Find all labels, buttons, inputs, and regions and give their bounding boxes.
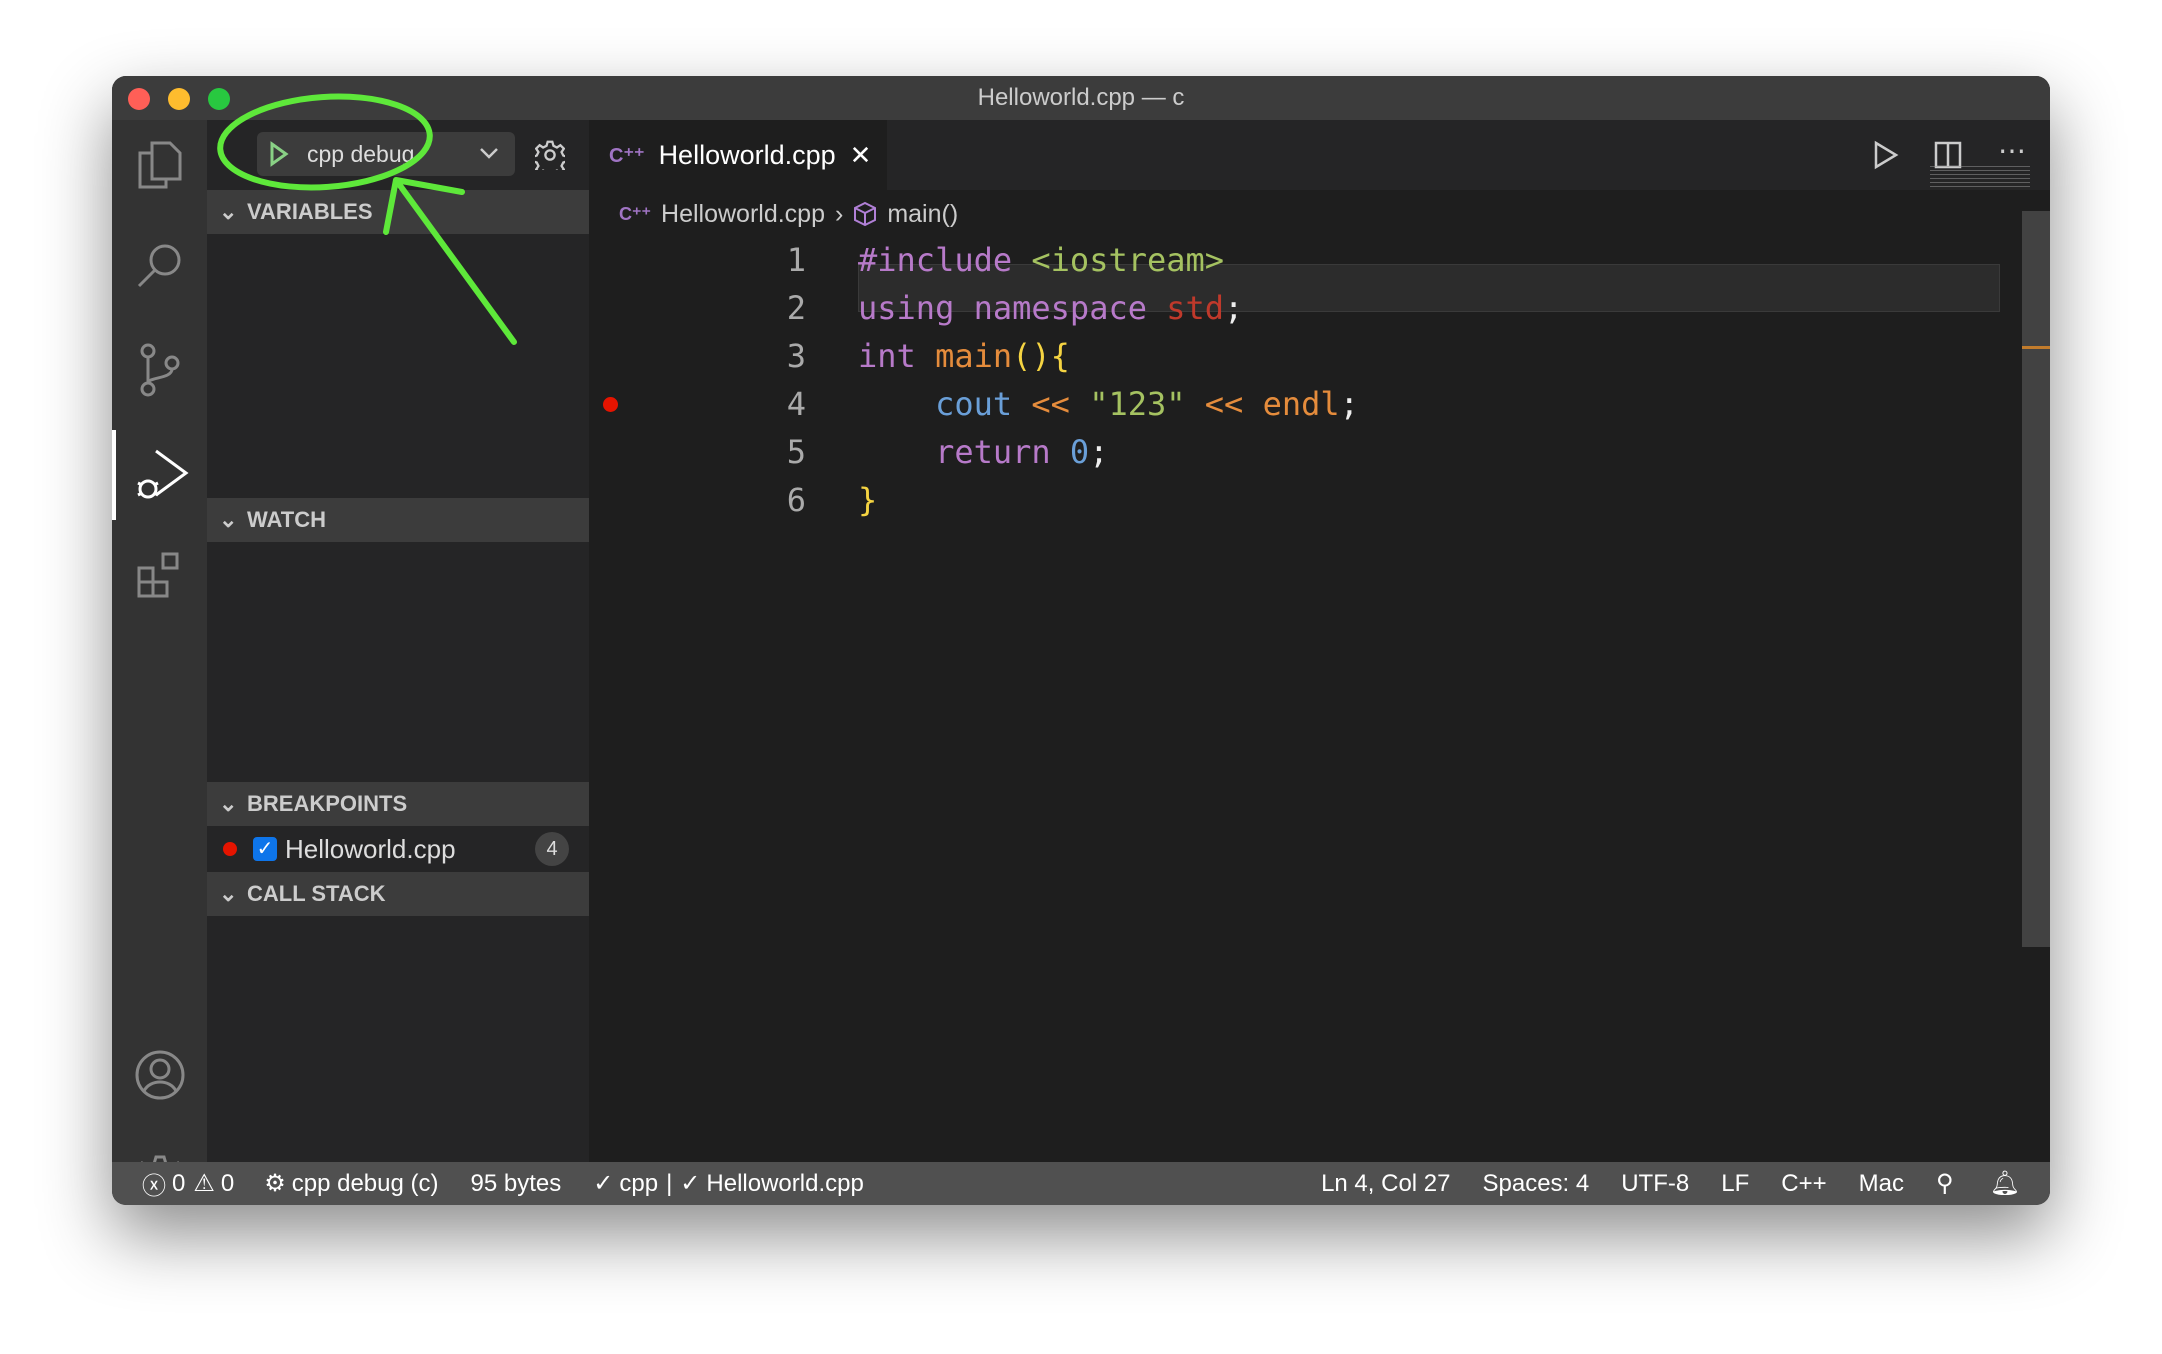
annotation-arrow: [383, 177, 517, 345]
annotation-overlay: [217, 93, 517, 345]
